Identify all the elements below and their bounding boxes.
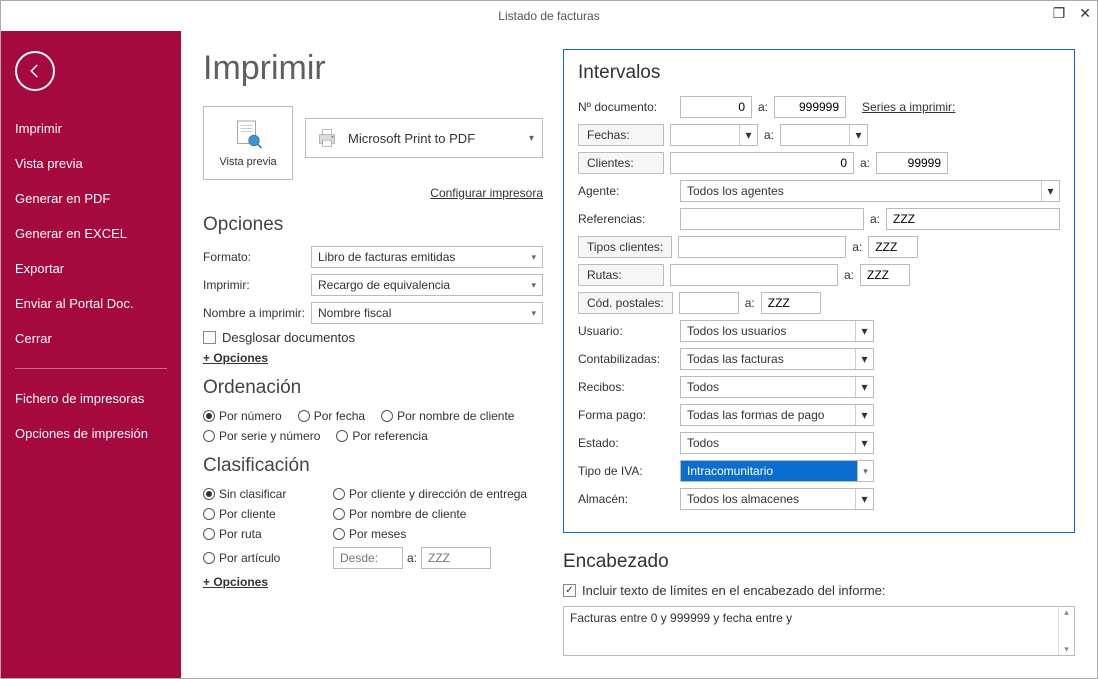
radio-por-fecha[interactable]: Por fecha (298, 409, 365, 423)
config-printer-link[interactable]: Configurar impresora (203, 186, 543, 200)
iva-label: Tipo de IVA: (578, 464, 674, 478)
imprimir-label: Imprimir: (203, 278, 311, 292)
radio-por-numero[interactable]: Por número (203, 409, 282, 423)
forma-label: Forma pago: (578, 408, 674, 422)
sidebar-item-pdf[interactable]: Generar en PDF (1, 181, 181, 216)
clasificacion-header: Clasificación (203, 455, 543, 477)
sidebar-separator (15, 368, 167, 369)
imprimir-select[interactable]: Recargo de equivalencia▾ (311, 274, 543, 296)
formato-select[interactable]: Libro de facturas emitidas▾ (311, 246, 543, 268)
fecha-from-dropdown[interactable]: ▾ (670, 124, 758, 146)
printer-name: Microsoft Print to PDF (348, 131, 475, 146)
desde-input[interactable] (333, 547, 403, 569)
encabezado-check-label: Incluir texto de límites en el encabezad… (582, 583, 886, 598)
usuario-label: Usuario: (578, 324, 674, 338)
recibos-dropdown[interactable]: Todos▾ (680, 376, 874, 398)
rutas-to-input[interactable] (860, 264, 910, 286)
agente-dropdown[interactable]: Todos los agentes▾ (680, 180, 1060, 202)
clientes-button[interactable]: Clientes: (578, 152, 664, 174)
chevron-down-icon: ▾ (529, 133, 534, 144)
fecha-to-dropdown[interactable]: ▾ (780, 124, 868, 146)
vista-previa-label: Vista previa (219, 156, 276, 168)
contab-label: Contabilizadas: (578, 352, 674, 366)
cod-from-input[interactable] (679, 292, 739, 314)
sidebar: Imprimir Vista previa Generar en PDF Gen… (1, 31, 181, 678)
iva-dropdown[interactable]: Intracomunitario▾ (680, 460, 874, 482)
window-title: Listado de facturas (498, 9, 599, 23)
rutas-button[interactable]: Rutas: (578, 264, 664, 286)
sidebar-item-opciones-imp[interactable]: Opciones de impresión (1, 416, 181, 451)
radio-por-meses[interactable]: Por meses (333, 527, 543, 541)
close-icon[interactable]: ✕ (1079, 5, 1091, 22)
radio-sin-clasificar[interactable]: Sin clasificar (203, 487, 333, 501)
estado-label: Estado: (578, 436, 674, 450)
agente-label: Agente: (578, 184, 674, 198)
almacen-label: Almacén: (578, 492, 674, 506)
radio-por-serie-numero[interactable]: Por serie y número (203, 429, 320, 443)
usuario-dropdown[interactable]: Todos los usuarios▾ (680, 320, 874, 342)
cod-to-input[interactable] (761, 292, 821, 314)
ndoc-from-input[interactable] (680, 96, 752, 118)
series-link[interactable]: Series a imprimir: (862, 100, 955, 114)
mas-opciones-link[interactable]: + Opciones (203, 351, 268, 365)
back-button[interactable] (15, 51, 55, 91)
recibos-label: Recibos: (578, 380, 674, 394)
sidebar-item-exportar[interactable]: Exportar (1, 251, 181, 286)
tipos-to-input[interactable] (868, 236, 918, 258)
sidebar-item-portal[interactable]: Enviar al Portal Doc. (1, 286, 181, 321)
clientes-from-input[interactable] (670, 152, 854, 174)
estado-dropdown[interactable]: Todos▾ (680, 432, 874, 454)
radio-por-nombre-cliente2[interactable]: Por nombre de cliente (333, 507, 543, 521)
ndoc-label: Nº documento: (578, 100, 674, 114)
sidebar-item-imprimir[interactable]: Imprimir (1, 111, 181, 146)
forma-dropdown[interactable]: Todas las formas de pago▾ (680, 404, 874, 426)
opciones-header: Opciones (203, 214, 543, 236)
sidebar-item-cerrar[interactable]: Cerrar (1, 321, 181, 356)
rutas-from-input[interactable] (670, 264, 838, 286)
document-preview-icon (230, 118, 266, 154)
printer-dropdown[interactable]: Microsoft Print to PDF ▾ (305, 118, 543, 158)
radio-por-articulo[interactable]: Por artículo (203, 551, 333, 565)
a-label-clas: a: (407, 551, 417, 565)
nombre-label: Nombre a imprimir: (203, 306, 311, 320)
sidebar-item-vista-previa[interactable]: Vista previa (1, 146, 181, 181)
referencias-label: Referencias: (578, 212, 674, 226)
cod-postales-button[interactable]: Cód. postales: (578, 292, 673, 314)
desglosar-label: Desglosar documentos (222, 330, 355, 345)
tipos-clientes-button[interactable]: Tipos clientes: (578, 236, 672, 258)
radio-por-referencia[interactable]: Por referencia (336, 429, 427, 443)
fechas-button[interactable]: Fechas: (578, 124, 664, 146)
almacen-dropdown[interactable]: Todos los almacenes▾ (680, 488, 874, 510)
titlebar: Listado de facturas ❐ ✕ (1, 1, 1097, 31)
clientes-to-input[interactable] (876, 152, 948, 174)
scrollbar[interactable]: ▴▾ (1058, 607, 1074, 655)
ndoc-to-input[interactable] (774, 96, 846, 118)
printer-icon (314, 125, 340, 151)
radio-por-cliente[interactable]: Por cliente (203, 507, 333, 521)
formato-label: Formato: (203, 250, 311, 264)
hasta-input[interactable] (421, 547, 491, 569)
radio-por-ruta[interactable]: Por ruta (203, 527, 333, 541)
sidebar-item-excel[interactable]: Generar en EXCEL (1, 216, 181, 251)
desglosar-checkbox[interactable] (203, 331, 216, 344)
radio-por-nombre-cliente[interactable]: Por nombre de cliente (381, 409, 514, 423)
ordenacion-header: Ordenación (203, 377, 543, 399)
encabezado-header: Encabezado (563, 551, 1075, 573)
nombre-select[interactable]: Nombre fiscal▾ (311, 302, 543, 324)
encabezado-checkbox[interactable]: ✓ (563, 584, 576, 597)
vista-previa-button[interactable]: Vista previa (203, 106, 293, 180)
referencias-to-input[interactable] (886, 208, 1060, 230)
intervalos-panel: Intervalos Nº documento: a: Series a imp… (563, 49, 1075, 533)
restore-icon[interactable]: ❐ (1053, 5, 1066, 22)
radio-cliente-direccion[interactable]: Por cliente y dirección de entrega (333, 487, 543, 501)
sidebar-item-fichero[interactable]: Fichero de impresoras (1, 381, 181, 416)
intervalos-header: Intervalos (578, 62, 1060, 84)
encabezado-textarea[interactable]: Facturas entre 0 y 999999 y fecha entre … (563, 606, 1075, 656)
page-title: Imprimir (203, 49, 543, 88)
tipos-from-input[interactable] (678, 236, 846, 258)
mas-opciones-clas-link[interactable]: + Opciones (203, 575, 268, 589)
referencias-from-input[interactable] (680, 208, 864, 230)
contab-dropdown[interactable]: Todas las facturas▾ (680, 348, 874, 370)
